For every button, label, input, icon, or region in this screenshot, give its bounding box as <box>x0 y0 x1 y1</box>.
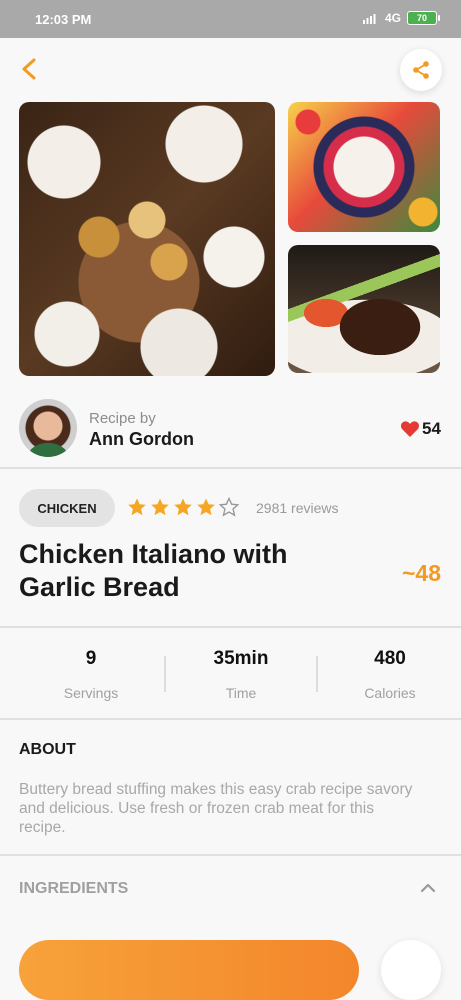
stat-value: 9 <box>85 648 97 669</box>
ingredients-heading[interactable]: INGREDIENTS <box>19 880 128 898</box>
recipe-photo-fruit-bowl[interactable] <box>288 102 440 232</box>
back-button[interactable] <box>14 54 44 84</box>
star-filled-icon <box>174 498 192 516</box>
stat-servings: 9 Servings <box>16 648 166 701</box>
heart-icon <box>400 421 420 437</box>
share-button[interactable] <box>400 49 442 91</box>
divider <box>0 467 461 469</box>
ingredients-toggle[interactable] <box>418 878 438 898</box>
about-text: Buttery bread stuffing makes this easy c… <box>19 781 413 836</box>
recipe-photo-main[interactable] <box>19 102 275 376</box>
stat-value: 35min <box>213 648 269 669</box>
category-tag[interactable]: CHICKEN <box>19 489 115 527</box>
star-filled-icon <box>197 498 215 516</box>
share-icon <box>413 61 429 79</box>
stat-label: Calories <box>364 685 416 701</box>
battery-icon: 70 <box>407 11 440 25</box>
like-button[interactable]: 54 <box>400 419 441 439</box>
author-label: Recipe by <box>89 410 156 427</box>
star-filled-icon <box>151 498 169 516</box>
likes-count: 54 <box>422 419 441 438</box>
signal-icon <box>362 13 376 24</box>
rating-stars <box>127 497 239 517</box>
recipe-score: ~48 <box>401 560 441 586</box>
primary-action-button[interactable] <box>19 940 359 1000</box>
star-filled-icon <box>128 498 146 516</box>
recipe-photo-steak[interactable] <box>288 245 440 373</box>
divider <box>0 626 461 628</box>
secondary-action-button[interactable] <box>381 940 441 1000</box>
about-heading: ABOUT <box>19 741 76 758</box>
stat-value: 480 <box>374 648 406 669</box>
recipe-title: Chicken Italiano with Garlic Bread <box>19 539 288 602</box>
divider <box>0 718 461 720</box>
network-label: 4G <box>384 11 401 25</box>
stat-label: Servings <box>63 685 119 701</box>
status-time: 12:03 PM <box>35 12 92 27</box>
status-indicators: 4G 70 <box>362 11 440 25</box>
stat-calories: 480 Calories <box>315 648 461 701</box>
author-name[interactable]: Ann Gordon <box>89 429 194 450</box>
star-empty-icon <box>219 497 239 517</box>
reviews-count[interactable]: 2981 reviews <box>256 500 339 516</box>
stat-label: Time <box>225 685 257 701</box>
status-bar: 12:03 PM 4G 70 <box>0 0 461 38</box>
chevron-up-icon <box>420 883 436 893</box>
author-avatar[interactable] <box>19 399 77 457</box>
stat-time: 35min Time <box>166 648 316 701</box>
chevron-left-icon <box>22 58 36 80</box>
divider <box>0 854 461 856</box>
